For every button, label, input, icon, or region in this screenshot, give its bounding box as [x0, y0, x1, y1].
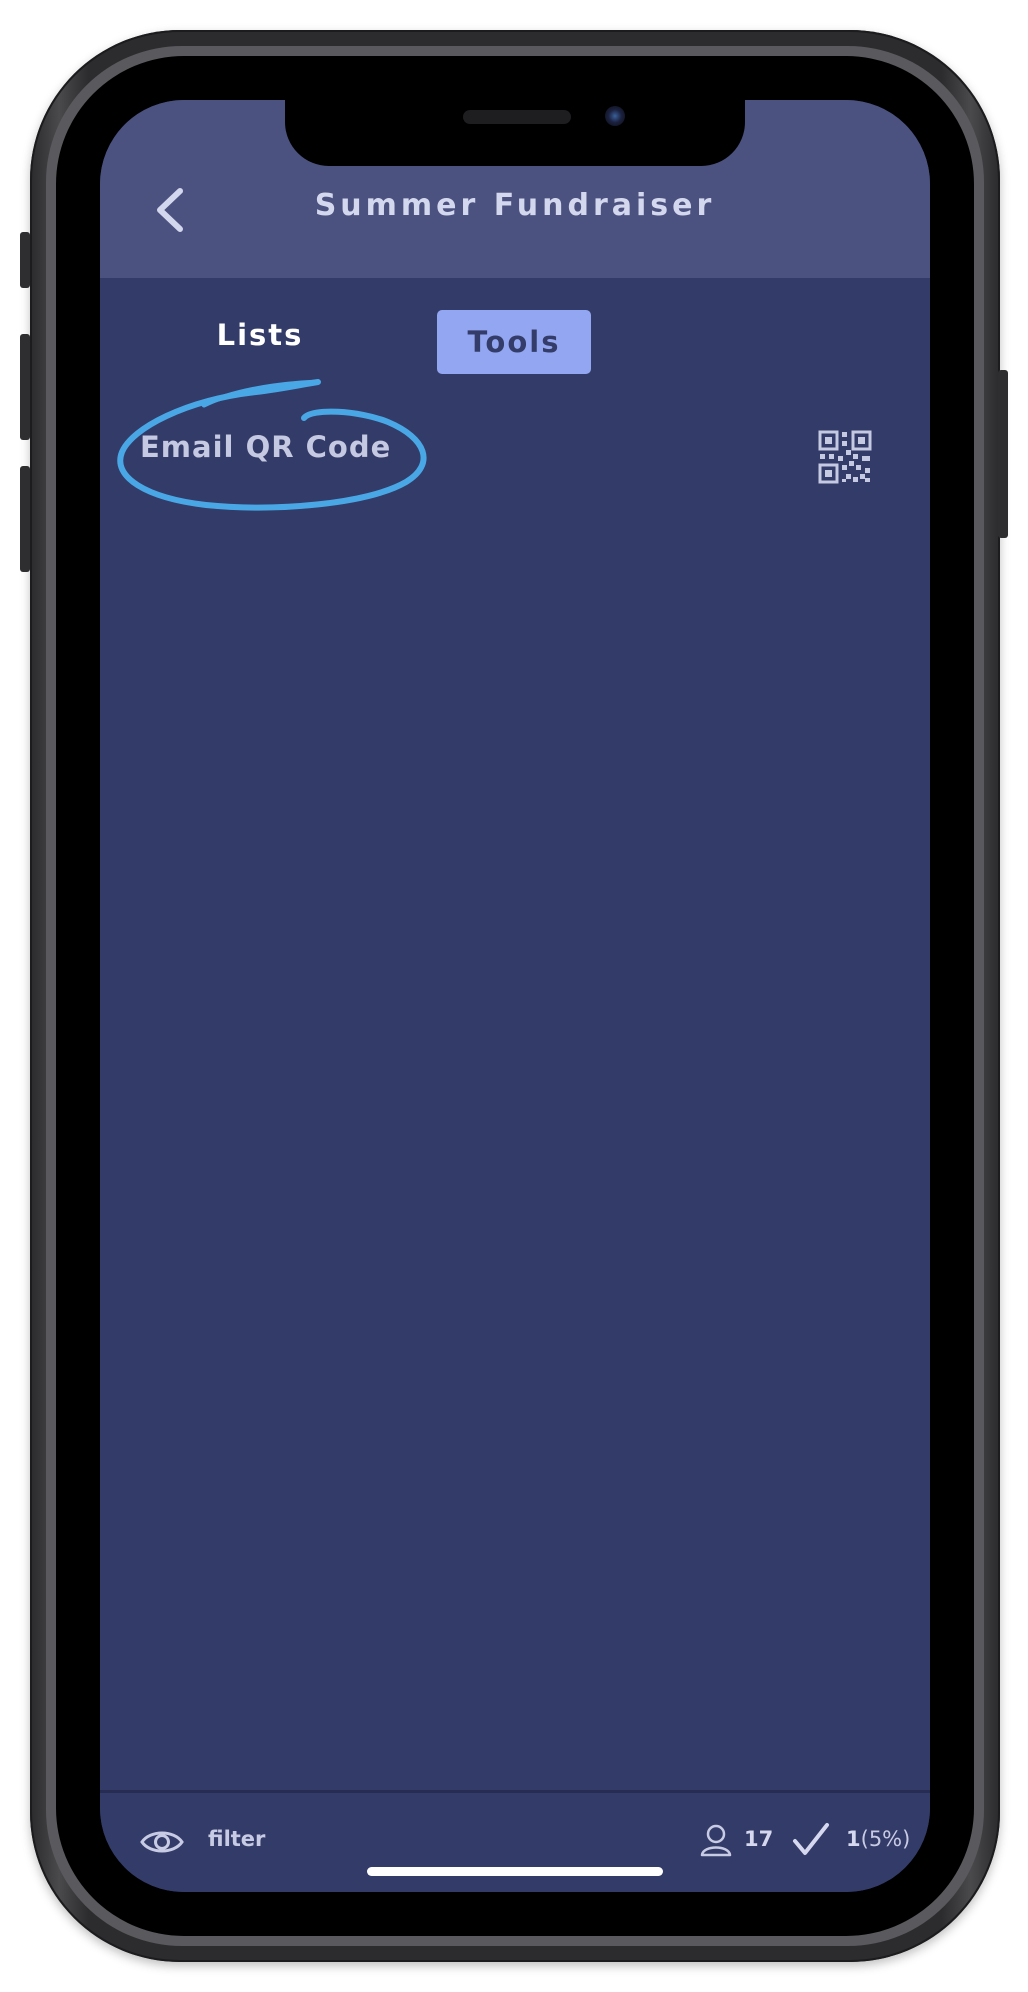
- page-title: Summer Fundraiser: [314, 188, 716, 223]
- users-count: 17: [744, 1827, 774, 1851]
- front-camera: [605, 106, 625, 126]
- checked-percent: (5%): [860, 1827, 911, 1851]
- qr-code-icon[interactable]: [818, 430, 872, 484]
- side-button-silent: [20, 232, 30, 288]
- check-icon: [793, 1823, 829, 1855]
- person-icon: [700, 1824, 732, 1857]
- checked-count: 1(5%): [846, 1827, 910, 1851]
- side-button-volume-up: [20, 334, 30, 440]
- side-button-volume-down: [20, 466, 30, 572]
- tab-lists[interactable]: Lists: [190, 312, 330, 358]
- checked-count-value: 1: [846, 1827, 861, 1851]
- eye-icon[interactable]: [140, 1827, 184, 1857]
- device-notch: [285, 100, 745, 166]
- footer-status-bar: filter 17 1(5%): [100, 1790, 930, 1892]
- home-indicator[interactable]: [367, 1867, 663, 1876]
- filter-button[interactable]: filter: [208, 1827, 265, 1851]
- side-button-power: [998, 370, 1008, 538]
- tab-tools[interactable]: Tools: [437, 310, 591, 374]
- speaker-grille: [463, 110, 571, 124]
- email-qr-code-item[interactable]: Email QR Code: [140, 430, 391, 464]
- app-screen: Summer Fundraiser Lists Tools Email QR C…: [100, 100, 930, 1892]
